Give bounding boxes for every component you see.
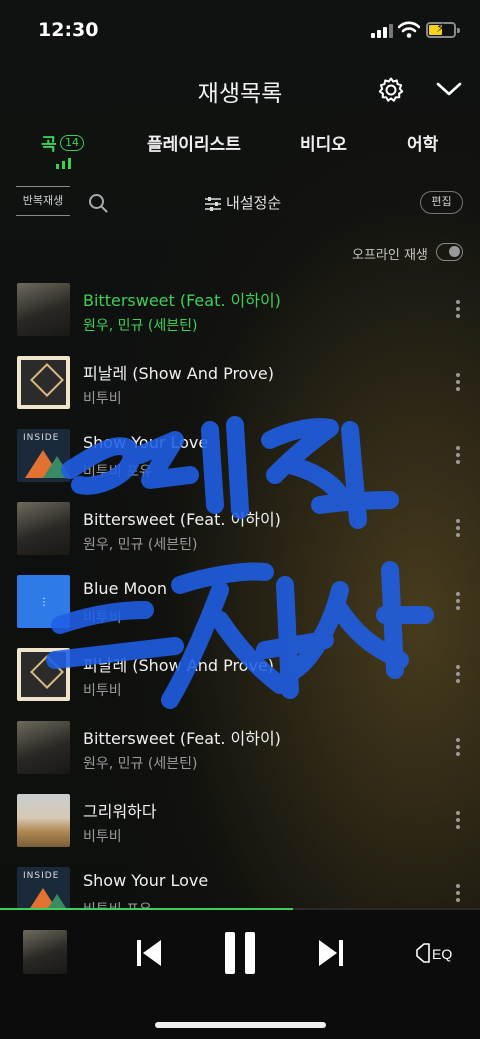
- song-artist: 비투비 포유: [83, 464, 152, 480]
- album-art[interactable]: ⋮: [17, 575, 70, 628]
- more-options-icon[interactable]: [452, 300, 464, 320]
- status-time: 12:30: [38, 19, 99, 41]
- song-row[interactable]: 피날레 (Show And Prove) 비투비: [0, 635, 480, 708]
- tab-songs[interactable]: 곡: [41, 130, 57, 155]
- song-title: 그리워하다: [83, 802, 157, 821]
- battery-icon: ⚡: [426, 21, 460, 38]
- song-row[interactable]: Bittersweet (Feat. 이하이) 원우, 민규 (세븐틴): [0, 489, 480, 562]
- chevron-down-icon[interactable]: [436, 80, 462, 98]
- more-options-icon[interactable]: [452, 519, 464, 539]
- song-artist: 비투비: [83, 391, 122, 407]
- cellular-signal-icon: [371, 24, 393, 38]
- album-art[interactable]: [17, 648, 70, 701]
- song-title: 피날레 (Show And Prove): [83, 364, 275, 383]
- song-artist: 원우, 민규 (세븐틴): [83, 756, 198, 772]
- next-track-icon[interactable]: [318, 938, 344, 968]
- song-title: Show Your Love: [83, 433, 209, 452]
- progress-bar[interactable]: [0, 908, 480, 910]
- album-art[interactable]: [17, 721, 70, 774]
- tab-playlists[interactable]: 플레이리스트: [147, 130, 241, 155]
- album-art[interactable]: [17, 502, 70, 555]
- song-artist: 비투비: [83, 683, 122, 699]
- more-options-icon[interactable]: [452, 665, 464, 685]
- offline-play-toggle[interactable]: [436, 243, 463, 261]
- more-options-icon[interactable]: [452, 738, 464, 758]
- now-playing-album-art[interactable]: [23, 930, 67, 974]
- song-row[interactable]: Bittersweet (Feat. 이하이) 원우, 민규 (세븐틴): [0, 708, 480, 781]
- song-title: 피날레 (Show And Prove): [83, 656, 275, 675]
- song-count-badge: 14: [60, 135, 84, 151]
- previous-track-icon[interactable]: [136, 938, 162, 968]
- more-options-icon[interactable]: [452, 884, 464, 904]
- search-icon[interactable]: [88, 193, 108, 213]
- offline-play-label: 오프라인 재생: [352, 248, 428, 263]
- repeat-button[interactable]: 반복재생: [16, 186, 70, 216]
- album-art[interactable]: INSIDE: [17, 429, 70, 482]
- song-row[interactable]: Bittersweet (Feat. 이하이) 원우, 민규 (세븐틴): [0, 270, 480, 343]
- song-title: Show Your Love: [83, 871, 209, 890]
- song-title: Bittersweet (Feat. 이하이): [83, 729, 281, 748]
- sort-button[interactable]: 내설정순: [204, 192, 281, 213]
- sort-label: 내설정순: [226, 194, 282, 212]
- song-artist: 원우, 민규 (세븐틴): [83, 537, 198, 553]
- pause-button[interactable]: [225, 932, 255, 974]
- song-artist: 비투비: [83, 829, 122, 845]
- status-bar: 12:30 ⚡: [0, 0, 480, 58]
- more-options-icon[interactable]: [452, 446, 464, 466]
- mini-player: EQ: [0, 908, 480, 1039]
- song-row[interactable]: ⋮ Blue Moon 비투비: [0, 562, 480, 635]
- tab-language[interactable]: 어학: [407, 130, 438, 155]
- album-art[interactable]: [17, 283, 70, 336]
- more-options-icon[interactable]: [452, 811, 464, 831]
- gear-icon[interactable]: [377, 76, 405, 104]
- tab-videos[interactable]: 비디오: [300, 130, 347, 155]
- more-options-icon[interactable]: [452, 592, 464, 612]
- song-artist: 비투비: [83, 610, 122, 626]
- album-art[interactable]: [17, 794, 70, 847]
- song-title: Bittersweet (Feat. 이하이): [83, 510, 281, 529]
- sliders-icon: [205, 196, 221, 211]
- song-row[interactable]: INSIDE Show Your Love 비투비 포유: [0, 416, 480, 489]
- song-artist: 원우, 민규 (세븐틴): [83, 318, 198, 334]
- more-options-icon[interactable]: [452, 373, 464, 393]
- song-title: Bittersweet (Feat. 이하이): [83, 291, 281, 310]
- equalizer-button[interactable]: EQ: [415, 938, 457, 968]
- edit-button[interactable]: 편집: [420, 191, 463, 214]
- song-title: Blue Moon: [83, 579, 168, 598]
- wifi-icon: [398, 21, 420, 38]
- svg-text:EQ: EQ: [432, 946, 452, 962]
- album-art[interactable]: [17, 356, 70, 409]
- song-row[interactable]: 그리워하다비투비: [0, 781, 480, 854]
- playing-equalizer-icon: [56, 158, 72, 169]
- song-row[interactable]: 피날레 (Show And Prove) 비투비: [0, 343, 480, 416]
- page-title: 재생목록: [197, 81, 283, 107]
- home-indicator: [155, 1022, 326, 1028]
